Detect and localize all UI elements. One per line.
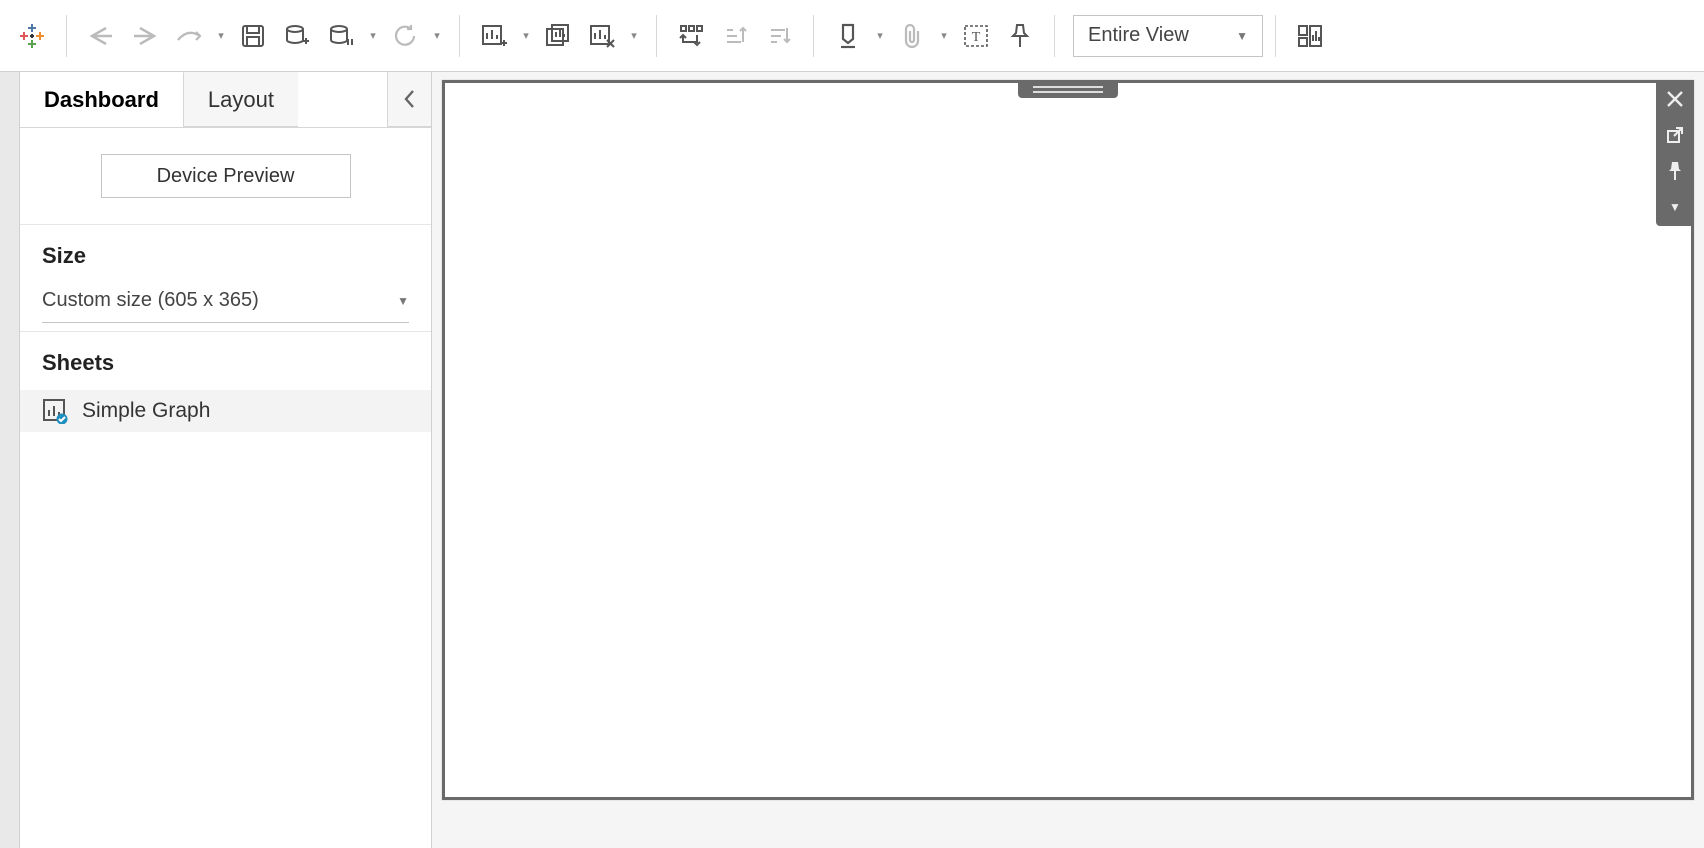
dashboard-frame[interactable]: ▼ xyxy=(442,80,1694,800)
undo-button[interactable] xyxy=(79,14,123,58)
new-datasource-button[interactable] xyxy=(275,14,319,58)
drag-handle[interactable] xyxy=(1018,80,1118,98)
sheet-item-label: Simple Graph xyxy=(82,399,210,423)
swap-button[interactable] xyxy=(669,14,713,58)
chevron-down-icon: ▼ xyxy=(397,294,409,308)
revert-dropdown[interactable]: ▾ xyxy=(211,14,231,58)
size-section-title: Size xyxy=(42,243,409,269)
tab-dashboard[interactable]: Dashboard xyxy=(20,72,183,127)
duplicate-sheet-button[interactable] xyxy=(536,14,580,58)
redo-button[interactable] xyxy=(123,14,167,58)
clear-sheet-dropdown[interactable]: ▾ xyxy=(624,14,644,58)
tableau-logo[interactable] xyxy=(10,14,54,58)
fit-mode-label: Entire View xyxy=(1088,24,1189,47)
close-icon[interactable] xyxy=(1662,86,1688,112)
refresh-dropdown[interactable]: ▾ xyxy=(427,14,447,58)
size-select[interactable]: Custom size (605 x 365) ▼ xyxy=(42,279,409,323)
text-annotation-button[interactable]: T xyxy=(954,14,998,58)
revert-button[interactable] xyxy=(167,14,211,58)
sidepanel-tabs: Dashboard Layout xyxy=(20,72,431,128)
fit-mode-select[interactable]: Entire View ▼ xyxy=(1073,15,1263,57)
chevron-down-icon: ▼ xyxy=(1236,29,1248,43)
worksheet-icon xyxy=(42,398,68,424)
sort-desc-button[interactable] xyxy=(757,14,801,58)
left-gutter xyxy=(0,72,20,848)
attachment-button[interactable] xyxy=(890,14,934,58)
open-external-icon[interactable] xyxy=(1662,122,1688,148)
main-area: Dashboard Layout Device Preview Size Cus… xyxy=(0,72,1704,848)
toolbar: ▾ ▾ ▾ ▾ ▾ xyxy=(0,0,1704,72)
sheets-list: Simple Graph xyxy=(20,390,431,432)
size-value: Custom size (605 x 365) xyxy=(42,289,259,312)
side-panel: Dashboard Layout Device Preview Size Cus… xyxy=(20,72,432,848)
clear-sheet-button[interactable] xyxy=(580,14,624,58)
pause-datasource-button[interactable] xyxy=(319,14,363,58)
pin-icon[interactable] xyxy=(1662,158,1688,184)
sort-asc-button[interactable] xyxy=(713,14,757,58)
sheet-item-simple-graph[interactable]: Simple Graph xyxy=(20,390,431,432)
new-worksheet-button[interactable] xyxy=(472,14,516,58)
highlight-dropdown[interactable]: ▾ xyxy=(870,14,890,58)
new-worksheet-dropdown[interactable]: ▾ xyxy=(516,14,536,58)
network-graph xyxy=(445,83,745,233)
attachment-dropdown[interactable]: ▾ xyxy=(934,14,954,58)
refresh-button[interactable] xyxy=(383,14,427,58)
pin-button[interactable] xyxy=(998,14,1042,58)
chevron-down-icon[interactable]: ▼ xyxy=(1662,194,1688,220)
show-dashboard-button[interactable] xyxy=(1288,14,1332,58)
frame-tool-strip: ▼ xyxy=(1656,80,1694,226)
datasource-dropdown[interactable]: ▾ xyxy=(363,14,383,58)
save-button[interactable] xyxy=(231,14,275,58)
svg-text:T: T xyxy=(972,30,981,45)
collapse-sidepanel-button[interactable] xyxy=(387,72,431,127)
canvas-area: ▼ xyxy=(432,72,1704,848)
device-preview-button[interactable]: Device Preview xyxy=(101,154,351,198)
highlight-button[interactable] xyxy=(826,14,870,58)
sheets-section-title: Sheets xyxy=(42,350,409,376)
tab-layout[interactable]: Layout xyxy=(183,72,298,127)
